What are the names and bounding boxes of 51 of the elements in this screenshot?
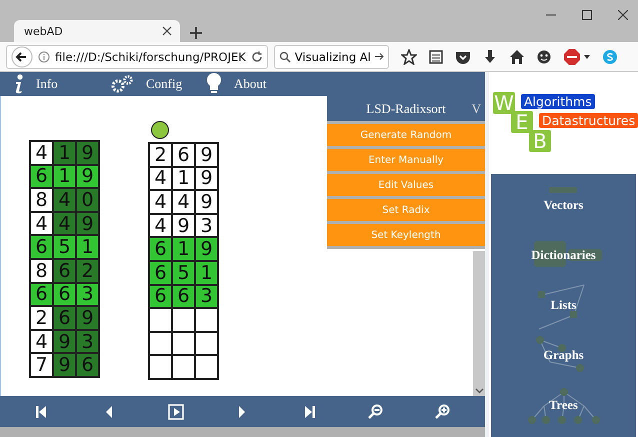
category-link[interactable]: Graphs [543,348,584,364]
nav-link[interactable]: About [234,76,266,92]
array-cell: 1 [76,235,99,259]
array-cell: 9 [195,237,218,261]
array-cell: 9 [76,306,99,330]
array-cell: 4 [149,166,172,190]
logo-tag: Datastructures [539,113,638,128]
array-cell: 6 [30,282,53,306]
array-cell: 4 [30,141,53,165]
search-field[interactable]: Visualizing Al [274,44,389,68]
array-cell: 4 [53,188,76,212]
nav-link[interactable]: Info [36,76,58,92]
array-cell: 9 [53,353,76,377]
array-cell: 9 [195,143,218,167]
array-cell: 8 [30,188,53,212]
array-cell: 4 [30,330,53,354]
array-cell: 7 [30,353,53,377]
array-cell: 6 [149,260,172,285]
array-cell: 6 [149,237,172,261]
browser-tab[interactable]: webAD [14,20,180,42]
address-field[interactable]: file:///D:/Schiki/forschung/PROJEK [6,44,268,68]
array-cell: 6 [30,235,53,259]
array-cell: 6 [172,143,195,167]
logo-letter: B [529,130,551,152]
array-cell: 6 [76,353,99,377]
array-cell: 1 [172,237,195,261]
array-cell: 6 [149,284,172,308]
category-link[interactable]: Vectors [544,198,584,213]
array-cell: 4 [149,190,172,214]
array-cell: 6 [53,306,76,330]
category-link[interactable]: Dictionaries [531,248,596,263]
array-cell: 9 [76,141,99,165]
logo-tag: Algorithms [521,94,595,109]
array-cell: 0 [76,188,99,212]
array-cell: 1 [53,141,76,165]
collapse-toggle[interactable]: V [472,101,481,117]
category-link[interactable]: Trees [549,398,578,414]
array-cell: 4 [30,212,53,236]
category-link[interactable]: Lists [550,298,576,313]
array-cell: 2 [149,143,172,167]
nav-link[interactable]: Config [146,76,182,92]
array-cell: 5 [53,235,76,259]
logo-letter: W [493,92,515,114]
array-cell: 6 [30,164,53,188]
logo-letter: E [511,111,533,133]
array-cell: 9 [195,190,218,214]
array-cell: 4 [149,214,172,238]
array-cell: 4 [172,190,195,214]
array-cell: 8 [30,258,53,283]
array-cell: 2 [30,306,53,330]
menu-title: LSD-Radixsort [366,100,446,116]
